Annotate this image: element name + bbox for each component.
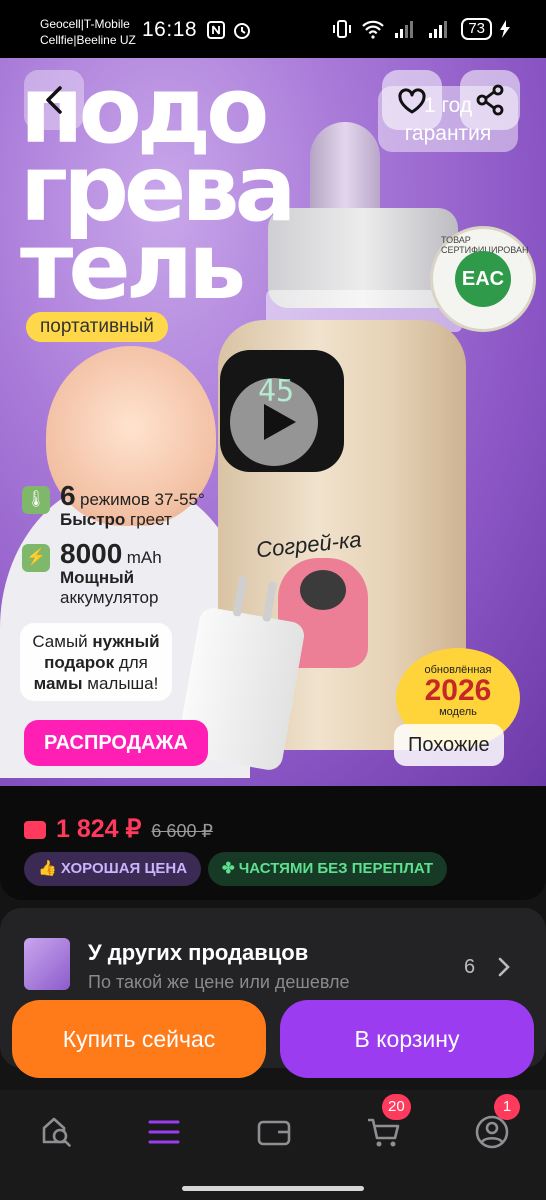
gift-text-6: малыша!	[87, 674, 159, 693]
feature-modes-range: режимов 37-55°	[80, 490, 205, 509]
wifi-icon	[362, 20, 385, 39]
old-price: 6 600 ₽	[151, 821, 213, 841]
installments-label: ЧАСТЯМИ БЕЗ ПЕРЕПЛАТ	[238, 860, 434, 877]
carrier-line-1: Geocell|T-Mobile	[40, 17, 130, 31]
eac-logo: EAC	[455, 251, 511, 307]
status-time: 16:18	[142, 18, 198, 41]
chevron-right-icon	[498, 957, 510, 977]
price-section: 1 824 ₽ 6 600 ₽ 👍 ХОРОШАЯ ЦЕНА ✤ ЧАСТЯМИ…	[0, 786, 546, 900]
other-sellers-count: 6	[464, 956, 476, 978]
battery-level: 73	[461, 18, 492, 40]
wallet-icon	[24, 821, 46, 839]
status-right-icons: 73	[331, 18, 510, 40]
heart-icon	[398, 88, 426, 114]
lightning-icon: ⚡	[22, 544, 50, 572]
home-indicator	[182, 1186, 364, 1191]
feature-modes-bold: Быстро	[60, 510, 126, 529]
alarm-icon	[234, 23, 250, 39]
profile-badge: 1	[494, 1094, 520, 1120]
clover-icon: ✤	[222, 860, 235, 877]
badge-year: 2026	[424, 674, 492, 707]
bottom-tab-bar: 20 1	[0, 1090, 546, 1200]
feature-modes-rest: греет	[130, 510, 172, 529]
portable-pill: портативный	[26, 312, 168, 342]
menu-icon	[148, 1120, 180, 1144]
gift-text-5: мамы	[33, 674, 83, 693]
gift-text-2: нужный	[92, 632, 160, 651]
good-price-chip[interactable]: 👍 ХОРОШАЯ ЦЕНА	[24, 852, 202, 886]
wallet-tab-icon	[257, 1120, 291, 1146]
share-icon	[476, 84, 504, 116]
feature-battery-text: 8000 mAh Мощный аккумулятор	[60, 540, 162, 608]
nfc-icon	[207, 21, 225, 39]
other-sellers-subtitle: По такой же цене или дешевле	[88, 972, 350, 992]
price-row: 1 824 ₽ 6 600 ₽	[24, 814, 213, 844]
vibrate-icon	[333, 20, 352, 38]
feature-battery-capacity: 8000	[60, 538, 123, 569]
signal-icon-2	[429, 21, 448, 38]
charging-icon	[500, 20, 510, 38]
back-arrow-icon	[46, 86, 62, 114]
signal-icon-1	[395, 21, 414, 38]
search-icon	[42, 1117, 71, 1147]
add-to-cart-button[interactable]: В корзину	[280, 1000, 534, 1078]
current-price: 1 824 ₽	[56, 815, 142, 843]
feature-battery-unit: mAh	[126, 548, 162, 567]
favorite-button[interactable]	[382, 70, 442, 130]
tab-cart[interactable]: 20	[362, 1094, 411, 1154]
feature-battery: ⚡ 8000 mAh Мощный аккумулятор	[22, 540, 162, 608]
thumbs-up-icon: 👍	[38, 860, 57, 877]
buy-now-button[interactable]: Купить сейчас	[12, 1000, 266, 1078]
gift-callout: Самый нужный подарок для мамы малыша!	[20, 623, 172, 701]
cart-badge: 20	[382, 1094, 411, 1120]
feature-modes: 🌡 6 режимов 37-55° Быстро греет	[22, 482, 205, 530]
status-bar: Geocell|T-Mobile Cellfie|Beeline UZ 16:1…	[0, 0, 546, 58]
other-sellers-title: У других продавцов	[88, 940, 309, 965]
sale-badge: РАСПРОДАЖА	[24, 720, 208, 766]
gift-text-1: Самый	[32, 632, 88, 651]
carrier-line-2: Cellfie|Beeline UZ	[40, 33, 136, 47]
similar-button[interactable]: Похожие	[394, 724, 504, 766]
good-price-label: ХОРОШАЯ ЦЕНА	[60, 860, 188, 877]
feature-battery-rest: аккумулятор	[60, 588, 159, 607]
gift-text-3: подарок	[44, 653, 115, 672]
feature-modes-text: 6 режимов 37-55° Быстро греет	[60, 482, 205, 530]
carrier-info: Geocell|T-Mobile Cellfie|Beeline UZ	[40, 16, 136, 48]
feature-modes-count: 6	[60, 480, 76, 511]
thermometer-icon: 🌡	[22, 486, 50, 514]
gift-text-4: для	[118, 653, 148, 672]
feature-battery-bold: Мощный	[60, 568, 135, 587]
tab-wallet[interactable]	[252, 1110, 296, 1154]
tab-search[interactable]	[36, 1110, 80, 1154]
tab-catalog[interactable]	[142, 1110, 186, 1154]
status-left-icons	[206, 20, 252, 40]
cat-face	[300, 570, 346, 610]
installments-chip[interactable]: ✤ ЧАСТЯМИ БЕЗ ПЕРЕПЛАТ	[208, 852, 448, 886]
badge-bottom-text: модель	[439, 706, 477, 718]
certification-badge: ТОВАР СЕРТИФИЦИРОВАН EAC	[430, 226, 536, 332]
back-button[interactable]	[24, 70, 84, 130]
share-button[interactable]	[460, 70, 520, 130]
product-screen: Geocell|T-Mobile Cellfie|Beeline UZ 16:1…	[0, 0, 546, 1200]
tab-profile[interactable]: 1	[470, 1094, 520, 1154]
product-image-gallery[interactable]: 45 Согрей-ка подо грева тель портативный…	[0, 58, 546, 786]
play-video-button[interactable]	[230, 378, 318, 466]
seller-product-thumbnail	[24, 938, 70, 990]
